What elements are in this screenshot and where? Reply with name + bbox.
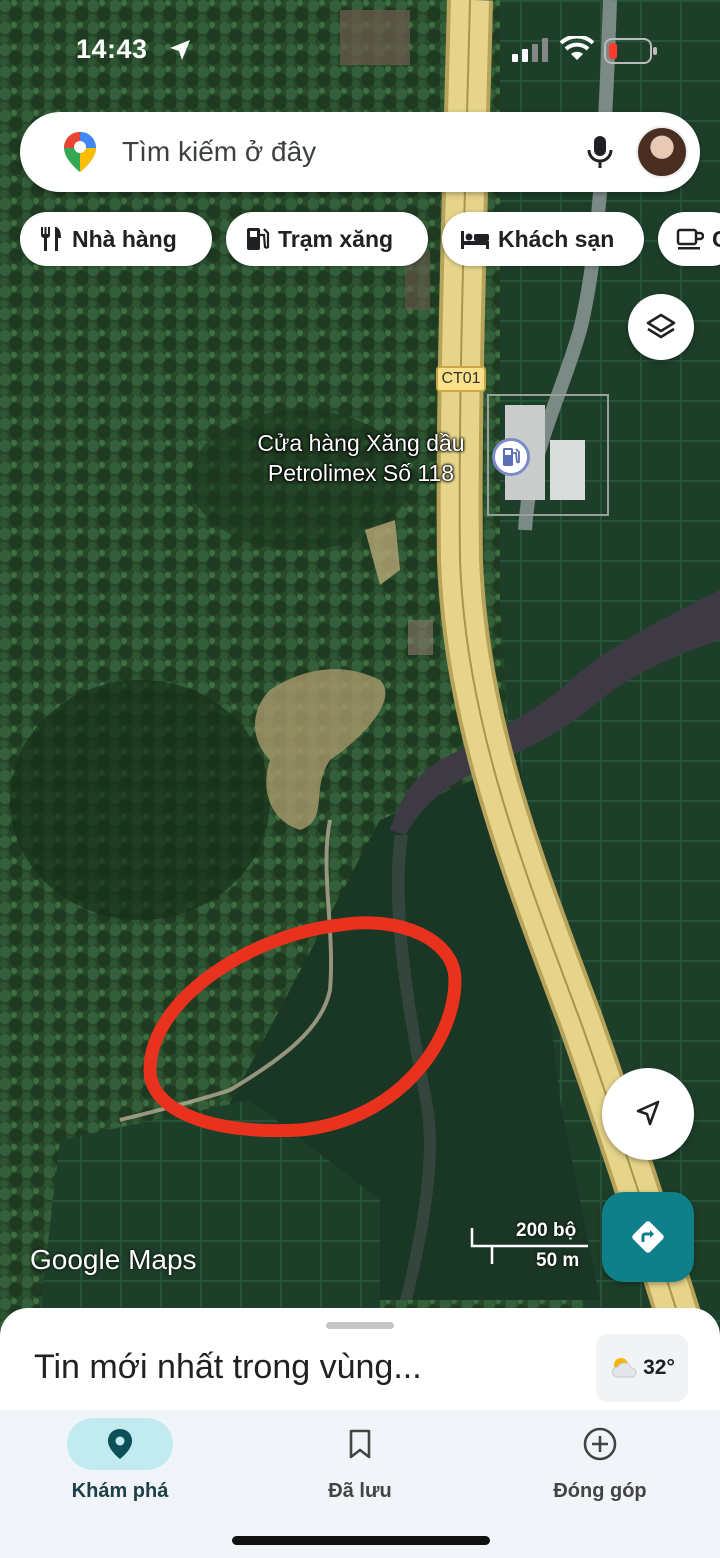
status-time: 14:43 xyxy=(76,34,148,64)
road-shield-ct01: CT01 xyxy=(436,366,486,392)
add-circle-icon xyxy=(583,1427,617,1461)
cellular-signal-icon xyxy=(512,38,548,62)
chip-label: Nhà hàng xyxy=(72,225,177,252)
poi-name-line2: Petrolimex Số 118 xyxy=(267,460,455,486)
user-avatar[interactable] xyxy=(636,126,688,178)
scale-bar: 200 bộ 50 m xyxy=(470,1220,590,1276)
hotel-bed-icon xyxy=(461,231,489,249)
latest-news-title[interactable]: Tin mới nhất trong vùng... xyxy=(34,1348,422,1387)
temperature: 32° xyxy=(643,1356,675,1379)
location-arrow-icon xyxy=(170,40,190,60)
chip-gas-stations[interactable]: Trạm xăng xyxy=(226,212,428,266)
google-maps-pin-icon xyxy=(64,132,96,172)
coffee-cup-icon xyxy=(676,228,704,250)
layers-button[interactable] xyxy=(628,294,694,360)
home-indicator[interactable] xyxy=(232,1536,490,1545)
gas-station-icon xyxy=(247,228,270,250)
sheet-drag-handle[interactable] xyxy=(326,1322,394,1329)
poi-name-line1: Cửa hàng Xăng dầu xyxy=(257,430,465,456)
location-pin-icon xyxy=(108,1429,132,1459)
chip-cafes[interactable]: C xyxy=(658,212,720,266)
gas-station-marker[interactable] xyxy=(492,438,530,476)
layers-icon xyxy=(646,313,676,339)
scale-feet: 200 bộ xyxy=(516,1220,577,1241)
gas-pump-icon xyxy=(503,448,520,466)
navigation-arrow-icon xyxy=(636,1100,660,1126)
chip-hotels[interactable]: Khách sạn xyxy=(442,212,644,266)
poi-label[interactable]: Cửa hàng Xăng dầu Petrolimex Số 118 xyxy=(236,428,486,488)
nav-saved-pill xyxy=(307,1418,413,1470)
category-chips: Nhà hàng Trạm xăng Khách sạn C xyxy=(0,212,720,268)
google-maps-watermark: Google Maps xyxy=(30,1244,197,1275)
nav-label: Đã lưu xyxy=(328,1480,392,1502)
microphone-icon[interactable] xyxy=(586,134,614,170)
nav-label: Khám phá xyxy=(71,1480,169,1502)
chip-label: Trạm xăng xyxy=(278,225,394,252)
my-location-button[interactable] xyxy=(602,1068,694,1160)
bookmark-icon xyxy=(349,1429,371,1459)
wifi-icon xyxy=(560,36,594,60)
chip-label: C xyxy=(712,226,720,253)
search-input[interactable]: Tìm kiếm ở đây xyxy=(122,136,316,168)
directions-button[interactable] xyxy=(602,1192,694,1282)
partly-cloudy-icon xyxy=(612,1358,637,1378)
chip-restaurants[interactable]: Nhà hàng xyxy=(20,212,212,266)
scale-meters: 50 m xyxy=(536,1250,580,1271)
directions-icon xyxy=(632,1221,664,1253)
nav-saved[interactable]: Đã lưu xyxy=(260,1410,460,1530)
battery-low-icon xyxy=(604,38,657,64)
nav-explore-pill xyxy=(67,1418,173,1470)
nav-contribute-pill xyxy=(547,1418,653,1470)
weather-widget[interactable]: 32° xyxy=(596,1334,688,1402)
search-bar[interactable]: Tìm kiếm ở đây xyxy=(20,112,700,192)
nav-contribute[interactable]: Đóng góp xyxy=(500,1410,700,1530)
nav-label: Đóng góp xyxy=(553,1480,647,1502)
chip-label: Khách sạn xyxy=(498,225,615,252)
nav-explore[interactable]: Khám phá xyxy=(20,1410,220,1530)
restaurant-icon xyxy=(41,227,61,251)
status-bar: 14:43 xyxy=(0,0,720,100)
